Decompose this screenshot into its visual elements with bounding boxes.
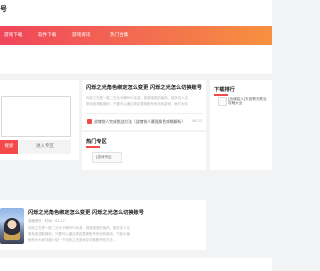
related-article-date: 06-23 xyxy=(192,119,202,123)
ranking-item-label: [战魂铭人]天宫教天联合攻略大全 xyxy=(228,97,267,106)
hot-zone-panel: 热门专区 [游戏专区 xyxy=(82,132,206,170)
page-bottom-strip xyxy=(0,258,272,271)
related-article-link[interactable]: 战魂铭人完成挑战方法（战魂铭人最强角色攻略解析） xyxy=(94,119,185,125)
article-summary-line: 角免费领取福利，只要可以通过绑定更换账号来玩转游戏，下面小编 xyxy=(28,232,130,236)
nav-item-software-download[interactable]: 软件下载 xyxy=(38,32,56,38)
nav-item-hot-collections[interactable]: 热门合集 xyxy=(110,32,128,38)
article-list-item[interactable]: 闪烁之光角色绑定怎么变更 闪烁之光怎么切换账号 攻略资讯 · 时间：02-17 … xyxy=(0,200,206,250)
article-summary-line: 闪烁之光是一款二次元卡牌RPG手游，精致唯美的画风，超多名人名 xyxy=(28,226,130,230)
left-panel: 搜索 进入专区 xyxy=(0,80,79,160)
article-title[interactable]: 闪烁之光角色绑定怎么变更 闪烁之光怎么切换账号 xyxy=(86,84,202,91)
title-underline xyxy=(214,94,228,96)
article-meta: 攻略资讯 · 时间：02-17 xyxy=(28,219,65,223)
ranking-item[interactable]: [战魂铭人]天宫教天联合攻略大全 xyxy=(218,97,272,117)
nav-item-game-download[interactable]: 游戏下载 xyxy=(4,32,22,38)
article-summary-line: 角免费领取福利，只要可以通过绑定更换账号来玩转游戏，我们为你 xyxy=(86,102,188,106)
divider xyxy=(0,74,272,75)
article-card: 闪烁之光角色绑定怎么变更 闪烁之光怎么切换账号 闪烁之光是一款二次元卡牌RPG手… xyxy=(82,80,206,130)
search-button[interactable]: 搜索 xyxy=(0,140,18,154)
bullet-icon xyxy=(87,119,92,124)
article-summary-line: 就来为大家详细介绍一下闪烁之光游戏中切换账号的方法... xyxy=(28,238,116,242)
article-thumbnail[interactable] xyxy=(0,208,24,244)
main-nav: 游戏下载 软件下载 游戏资讯 热门合集 xyxy=(0,26,272,45)
character-figure xyxy=(4,218,20,240)
site-logo-text[interactable]: 号 xyxy=(0,4,7,14)
text-input-area[interactable] xyxy=(1,96,71,137)
article-title[interactable]: 闪烁之光角色绑定怎么变更 闪烁之光怎么切换账号 xyxy=(28,209,144,216)
broken-image-icon xyxy=(218,97,227,106)
hot-zone-title: 热门专区 xyxy=(86,139,107,145)
download-ranking-panel: 下载排行 [战魂铭人]天宫教天联合攻略大全 xyxy=(210,80,272,170)
download-ranking-title: 下载排行 xyxy=(214,87,235,93)
article-summary-line: 闪烁之光是一款二次元卡牌RPG手游，精致唯美的画风，超多名人名 xyxy=(86,96,188,100)
divider xyxy=(86,113,202,114)
site-header: 号 xyxy=(0,0,272,26)
nav-item-game-news[interactable]: 游戏资讯 xyxy=(72,32,90,38)
enter-zone-button[interactable]: 进入专区 xyxy=(19,140,71,154)
sub-header-strip xyxy=(0,45,272,75)
title-underline xyxy=(86,146,100,148)
hot-zone-image[interactable]: [游戏专区 xyxy=(92,152,122,163)
